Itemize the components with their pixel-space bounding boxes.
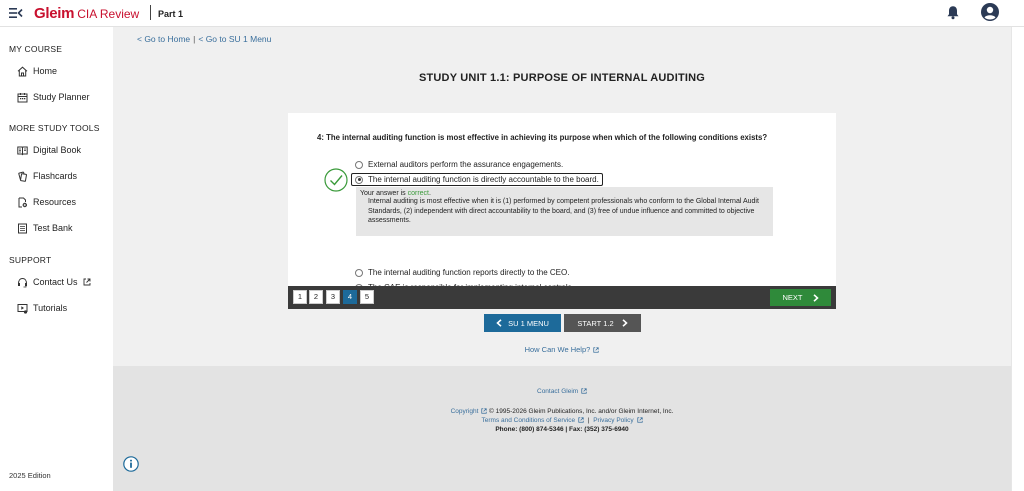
- help-label: How Can We Help?: [524, 345, 591, 354]
- footer-legal-line: Terms and Conditions of Service | Privac…: [113, 417, 1011, 424]
- sidebar-item-label: Test Bank: [33, 223, 73, 233]
- question-text: 4: The internal auditing function is mos…: [317, 133, 768, 142]
- calendar-icon: [17, 92, 28, 102]
- page-title: STUDY UNIT 1.1: PURPOSE OF INTERNAL AUDI…: [418, 72, 706, 84]
- course-part-label: Part 1: [158, 9, 184, 19]
- page-button-2[interactable]: 2: [309, 290, 323, 304]
- sidebar-item-label: Flashcards: [33, 171, 78, 181]
- answer-status: Your answer is correct.: [360, 190, 769, 197]
- external-link-icon: [481, 408, 487, 414]
- sidebar-item-home[interactable]: Home: [17, 64, 57, 78]
- sidebar-item-digital-book[interactable]: Digital Book: [17, 143, 81, 157]
- page-button-4-current[interactable]: 4: [343, 290, 357, 304]
- page-button-3[interactable]: 3: [326, 290, 340, 304]
- status-correct: correct: [407, 190, 430, 197]
- contact-gleim-link[interactable]: Contact Gleim: [537, 388, 578, 395]
- external-link-icon: [636, 417, 643, 423]
- radio-button[interactable]: [355, 160, 363, 169]
- breadcrumb: < Go to Home | < Go to SU 1 Menu: [137, 34, 271, 44]
- question-card: 4: The internal auditing function is mos…: [288, 113, 836, 292]
- tutorials-icon: [17, 303, 28, 314]
- page-button-5[interactable]: 5: [360, 290, 374, 304]
- option-label: The internal auditing function reports d…: [368, 268, 570, 277]
- chevron-right-icon: [622, 319, 628, 327]
- answer-option-2[interactable]: The internal auditing function is direct…: [351, 173, 603, 186]
- option-label: External auditors perform the assurance …: [368, 160, 564, 169]
- top-bar: Gleim CIA Review Part 1: [0, 0, 1024, 27]
- su-menu-label: SU 1 MENU: [508, 318, 549, 328]
- footer-phone-line: Phone: (800) 874-5346 | Fax: (352) 375-6…: [495, 426, 629, 433]
- next-button[interactable]: NEXT: [770, 289, 831, 306]
- answer-option-3[interactable]: The internal auditing function reports d…: [355, 268, 569, 277]
- logo-brand: Gleim: [34, 5, 75, 22]
- edition-label: 2025 Edition: [9, 471, 51, 480]
- external-link-icon: [83, 278, 90, 286]
- footer: Contact Gleim Copyright © 1995-2026 Glei…: [113, 366, 1011, 491]
- chevron-right-icon: [812, 293, 819, 302]
- breadcrumb-separator: |: [193, 34, 196, 44]
- sidebar-item-label: Tutorials: [33, 303, 68, 313]
- main-content: < Go to Home | < Go to SU 1 Menu STUDY UNI…: [113, 27, 1011, 366]
- radio-button-selected[interactable]: [355, 175, 363, 184]
- sidebar-item-resources[interactable]: Resources: [17, 195, 76, 209]
- footer-contact-line: Contact Gleim: [113, 388, 1011, 395]
- help-link[interactable]: How Can We Help?: [113, 345, 1011, 354]
- header-divider: [150, 5, 151, 20]
- account-circle-icon[interactable]: [980, 2, 1000, 22]
- external-link-icon: [593, 347, 600, 353]
- start-next-unit-button[interactable]: START 1.2: [564, 314, 641, 332]
- contact-icon: [18, 277, 27, 287]
- external-link-icon: [578, 417, 584, 423]
- next-label: NEXT: [782, 293, 803, 302]
- su-menu-button[interactable]: SU 1 MENU: [484, 314, 561, 332]
- footer-separator: |: [587, 417, 590, 424]
- sidebar-heading-my-course: MY COURSE: [9, 44, 63, 54]
- go-home-link[interactable]: < Go to Home: [137, 34, 190, 44]
- bell-icon[interactable]: [946, 5, 960, 20]
- sidebar-item-tutorials[interactable]: Tutorials: [17, 301, 67, 315]
- correct-check-icon: [324, 168, 348, 192]
- sidebar-item-label: Study Planner: [33, 92, 90, 102]
- home-icon: [17, 66, 28, 76]
- copyright-text: © 1995-2026 Gleim Publications, Inc. and…: [489, 408, 674, 415]
- terms-link[interactable]: Terms and Conditions of Service: [482, 417, 576, 424]
- sidebar-item-flashcards[interactable]: Flashcards: [17, 169, 77, 183]
- status-prefix: Your answer is: [360, 190, 408, 197]
- answer-explanation: Your answer is correct. Internal auditin…: [356, 187, 773, 236]
- app-logo[interactable]: Gleim CIA Review: [34, 5, 139, 22]
- test-bank-icon: [18, 223, 27, 233]
- sidebar-item-label: Resources: [33, 197, 77, 207]
- page-button-1[interactable]: 1: [293, 290, 307, 304]
- sidebar: MY COURSE Home Study Planner MORE STUDY …: [0, 27, 113, 491]
- sidebar-item-study-planner[interactable]: Study Planner: [17, 90, 90, 104]
- go-su-menu-link[interactable]: < Go to SU 1 Menu: [198, 34, 271, 44]
- resources-icon: [18, 197, 27, 207]
- menu-collapse-icon[interactable]: [9, 7, 23, 19]
- sidebar-item-label: Digital Book: [33, 145, 82, 155]
- start-label: START 1.2: [577, 318, 614, 328]
- scrollbar-track[interactable]: [1011, 27, 1024, 491]
- sidebar-item-label: Home: [33, 66, 58, 76]
- explanation-text: Internal auditing is most effective when…: [368, 198, 759, 225]
- sidebar-item-label: Contact Us: [33, 277, 78, 287]
- chevron-left-icon: [496, 319, 502, 327]
- logo-product: CIA Review: [77, 7, 140, 21]
- sidebar-item-contact-us[interactable]: Contact Us: [17, 275, 91, 289]
- status-suffix: .: [429, 190, 431, 197]
- question-pager: 1 2 3 4 5 NEXT: [288, 286, 836, 309]
- flashcards-icon: [18, 171, 27, 182]
- sidebar-heading-support: SUPPORT: [9, 255, 52, 265]
- info-icon[interactable]: [123, 456, 139, 472]
- copyright-link[interactable]: Copyright: [451, 408, 479, 415]
- option-label: The internal auditing function is direct…: [368, 175, 599, 184]
- sidebar-heading-more-tools: MORE STUDY TOOLS: [9, 123, 100, 133]
- footer-copyright-line: Copyright © 1995-2026 Gleim Publications…: [113, 408, 1011, 415]
- external-link-icon: [581, 388, 587, 394]
- radio-button[interactable]: [355, 268, 363, 277]
- answer-option-1[interactable]: External auditors perform the assurance …: [355, 160, 563, 169]
- book-icon: [17, 146, 28, 155]
- privacy-policy-link[interactable]: Privacy Policy: [593, 417, 633, 424]
- sidebar-item-test-bank[interactable]: Test Bank: [17, 221, 73, 235]
